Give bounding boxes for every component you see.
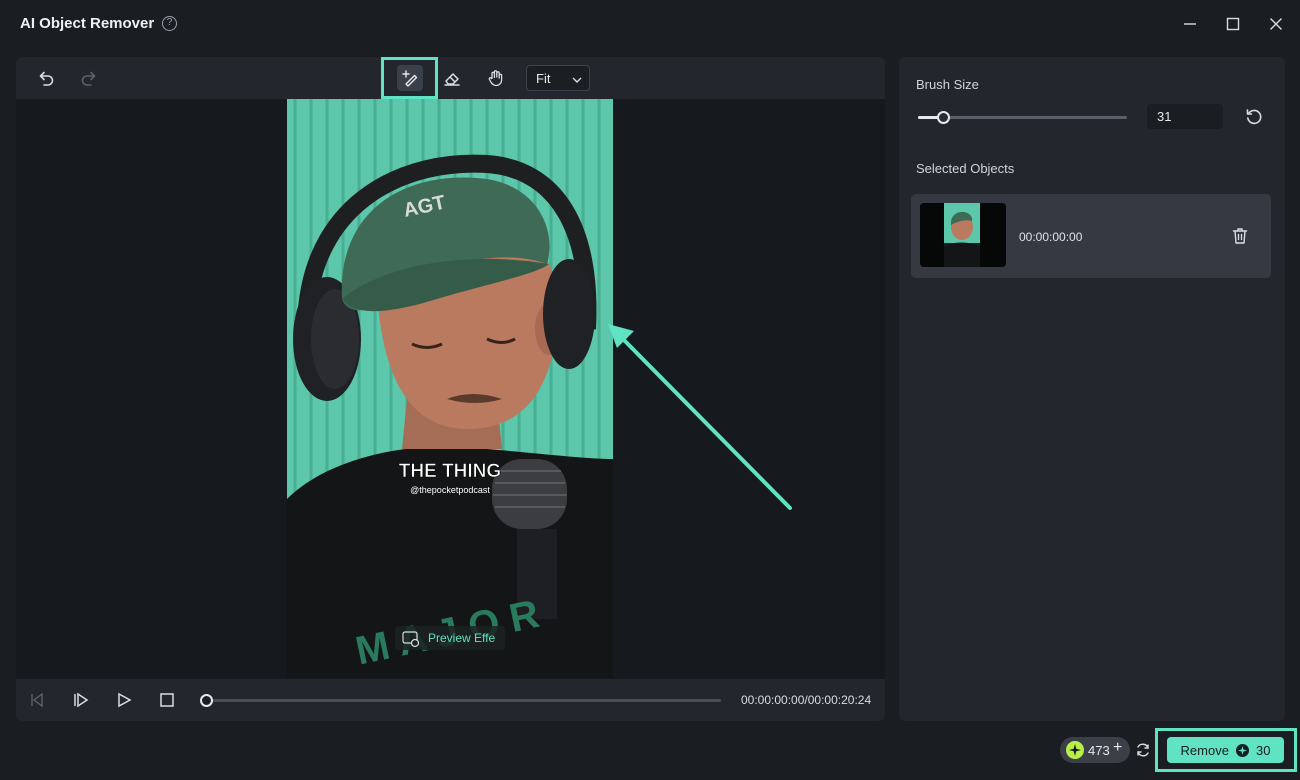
brush-size-input[interactable]: 31 [1147, 104, 1223, 129]
remove-cost: 30 [1255, 742, 1271, 758]
title-bar: AI Object Remover ? [0, 0, 1300, 48]
credits-icon [1066, 741, 1084, 759]
brush-size-slider[interactable] [918, 111, 1127, 124]
remove-label: Remove [1180, 742, 1229, 758]
annotation-arrow [608, 324, 792, 510]
help-icon[interactable]: ? [162, 16, 177, 31]
side-panel: Brush Size 31 Selected Objects 00:00:00:… [899, 57, 1285, 721]
stop-icon[interactable] [156, 689, 178, 711]
window-title: AI Object Remover [20, 15, 155, 32]
credits-count: 473 [1088, 743, 1110, 758]
remove-button[interactable]: Remove 30 [1167, 737, 1284, 763]
minimize-icon[interactable] [1178, 12, 1202, 36]
play-icon[interactable] [113, 689, 135, 711]
playback-bar: 00:00:00:00/00:00:20:24 [16, 679, 885, 721]
playback-scrubber[interactable] [200, 694, 721, 707]
cost-icon [1235, 743, 1249, 757]
close-icon[interactable] [1264, 12, 1288, 36]
credits-badge[interactable]: 473 + [1060, 737, 1130, 763]
timecode: 00:00:00:00/00:00:20:24 [741, 693, 872, 707]
selected-objects-label: Selected Objects [916, 161, 1015, 176]
brush-size-label: Brush Size [916, 77, 979, 92]
refresh-icon[interactable] [1135, 742, 1151, 758]
reset-icon[interactable] [1245, 108, 1263, 126]
selected-object-item[interactable]: 00:00:00:00 [911, 194, 1271, 278]
add-credits-icon[interactable]: + [1113, 739, 1122, 757]
next-frame-icon[interactable] [70, 689, 92, 711]
brush-size-knob[interactable] [937, 111, 951, 124]
trash-icon[interactable] [1232, 227, 1248, 245]
maximize-icon[interactable] [1221, 12, 1245, 36]
object-thumbnail [920, 203, 1006, 267]
previous-frame-icon[interactable] [26, 689, 48, 711]
playback-knob[interactable] [200, 694, 213, 707]
canvas-panel: Fit AGT M O R THE THING @thepocketpodcas… [16, 57, 885, 721]
object-time: 00:00:00:00 [1019, 230, 1083, 244]
